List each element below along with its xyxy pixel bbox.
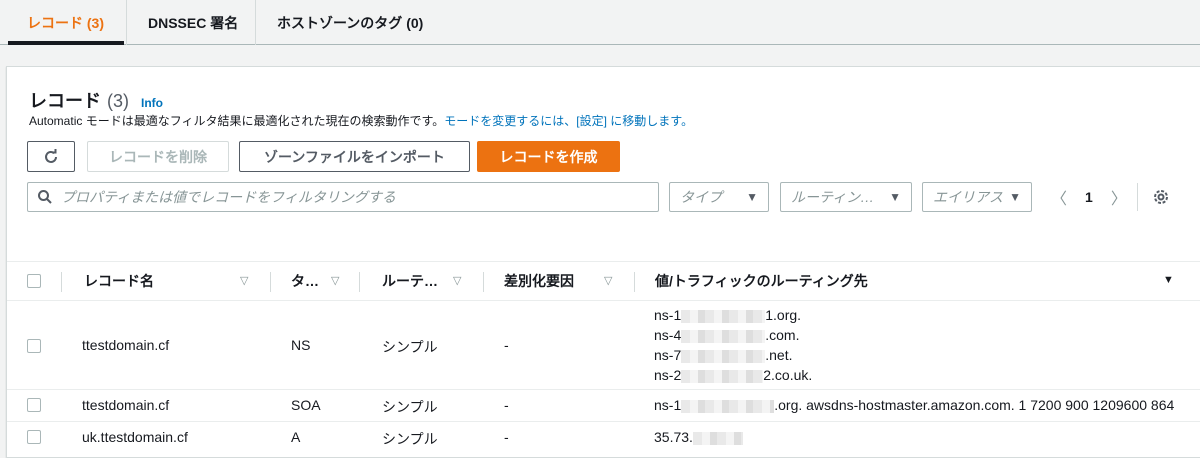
value-line: ns-7 .net. bbox=[654, 347, 793, 363]
pager-divider bbox=[1137, 183, 1138, 211]
row-checkbox[interactable] bbox=[27, 339, 41, 353]
info-link[interactable]: Info bbox=[141, 96, 163, 110]
alias-filter-placeholder: エイリアス bbox=[933, 189, 1003, 205]
column-header-type[interactable]: タ… bbox=[291, 262, 319, 300]
type-filter-select[interactable]: タイプ ▼ bbox=[669, 182, 769, 212]
redacted-block bbox=[681, 349, 766, 363]
record-routing: シンプル bbox=[382, 431, 438, 447]
records-panel: レコード (3) Info Automatic モードは最適なフィルタ結果に最適… bbox=[6, 66, 1200, 458]
record-routing: シンプル bbox=[382, 339, 438, 355]
record-value: 35.73. bbox=[654, 427, 743, 447]
tab-bar: レコード (3) DNSSEC 署名 ホストゾーンのタグ (0) bbox=[0, 0, 1200, 45]
value-line: 35.73. bbox=[654, 427, 743, 447]
caret-down-icon: ▼ bbox=[1009, 190, 1021, 204]
search-input[interactable]: プロパティまたは値でレコードをフィルタリングする bbox=[27, 182, 659, 212]
settings-link[interactable]: モードを変更するには、[設定] に移動します。 bbox=[444, 114, 693, 128]
chevron-left-icon[interactable]: 〈 bbox=[1051, 185, 1067, 209]
chevron-right-icon[interactable]: 〉 bbox=[1111, 185, 1127, 209]
record-name: ttestdomain.cf bbox=[82, 337, 170, 353]
title-text: レコード bbox=[29, 91, 101, 111]
refresh-icon bbox=[45, 148, 57, 163]
sort-icon[interactable]: ▽ bbox=[604, 274, 612, 287]
redacted-block bbox=[681, 309, 766, 323]
record-name: ttestdomain.cf bbox=[82, 397, 170, 413]
current-page[interactable]: 1 bbox=[1085, 189, 1093, 205]
value-line: ns-1 1.org. bbox=[654, 307, 802, 323]
select-all-checkbox[interactable] bbox=[27, 274, 41, 288]
column-divider bbox=[359, 272, 360, 292]
settings-button[interactable] bbox=[1152, 188, 1170, 209]
column-divider bbox=[61, 272, 62, 292]
gear-icon bbox=[1154, 190, 1168, 204]
import-zone-file-button[interactable]: ゾーンファイルをインポート bbox=[239, 141, 470, 172]
search-placeholder: プロパティまたは値でレコードをフィルタリングする bbox=[61, 189, 396, 205]
tab-records[interactable]: レコード (3) bbox=[27, 0, 104, 45]
routing-filter-select[interactable]: ルーティン… ▼ bbox=[780, 182, 912, 212]
column-header-record-name[interactable]: レコード名 bbox=[84, 262, 154, 300]
alias-filter-select[interactable]: エイリアス ▼ bbox=[922, 182, 1032, 212]
value-line: ns-4 .com. bbox=[654, 327, 800, 343]
sort-icon[interactable]: ▽ bbox=[240, 274, 248, 287]
pagination: 〈 1 〉 bbox=[1051, 182, 1127, 212]
column-header-value[interactable]: 値/トラフィックのルーティング先 bbox=[655, 262, 868, 300]
column-header-routing[interactable]: ルーテ… bbox=[382, 262, 438, 300]
page-title: レコード (3) Info bbox=[29, 87, 163, 113]
table-row[interactable]: ttestdomain.cf SOA シンプル - ns-1 .org. awsd… bbox=[7, 390, 1200, 422]
tab-divider bbox=[255, 0, 256, 45]
refresh-button[interactable] bbox=[27, 141, 75, 172]
column-divider bbox=[483, 272, 484, 292]
column-header-differentiator[interactable]: 差別化要因 bbox=[504, 262, 574, 300]
row-checkbox[interactable] bbox=[27, 430, 41, 444]
tab-hosted-zone-tags[interactable]: ホストゾーンのタグ (0) bbox=[277, 0, 423, 45]
description-text: Automatic モードは最適なフィルタ結果に最適化された現在の検索動作です。 bbox=[29, 114, 445, 128]
sort-icon[interactable]: ▽ bbox=[331, 274, 339, 287]
column-divider bbox=[634, 272, 635, 292]
redacted-block bbox=[681, 369, 764, 383]
redacted-block bbox=[681, 399, 775, 413]
create-record-button[interactable]: レコードを作成 bbox=[477, 141, 620, 172]
tab-dnssec[interactable]: DNSSEC 署名 bbox=[148, 0, 238, 45]
table-row[interactable]: ttestdomain.cf NS シンプル - ns-1 1.org. ns-4… bbox=[7, 302, 1200, 390]
sort-icon[interactable]: ▼ bbox=[1163, 274, 1174, 286]
record-type: NS bbox=[291, 337, 311, 353]
record-type: A bbox=[291, 429, 301, 445]
column-divider bbox=[270, 272, 271, 292]
table-header: レコード名 ▽ タ… ▽ ルーテ… ▽ 差別化要因 ▽ 値/トラフィックのルーテ… bbox=[7, 261, 1200, 301]
value-line: ns-1 .org. awsdns-hostmaster.amazon.com. … bbox=[654, 397, 1175, 413]
type-filter-placeholder: タイプ bbox=[680, 189, 722, 205]
row-checkbox[interactable] bbox=[27, 398, 41, 412]
record-routing: シンプル bbox=[382, 399, 438, 415]
value-line: ns-2 2.co.uk. bbox=[654, 367, 813, 383]
search-mode-description: Automatic モードは最適なフィルタ結果に最適化された現在の検索動作です。… bbox=[29, 112, 693, 129]
caret-down-icon: ▼ bbox=[889, 190, 901, 204]
record-differentiator: - bbox=[504, 429, 509, 445]
search-icon bbox=[38, 190, 52, 204]
redacted-block bbox=[692, 431, 743, 445]
record-differentiator: - bbox=[504, 397, 509, 413]
record-count: (3) bbox=[107, 91, 129, 111]
redacted-block bbox=[681, 329, 766, 343]
record-value: ns-1 1.org. ns-4 .com. ns-7 .net. ns-2 2.co.… bbox=[654, 305, 812, 385]
sort-icon[interactable]: ▽ bbox=[453, 274, 461, 287]
caret-down-icon: ▼ bbox=[746, 190, 758, 204]
record-differentiator: - bbox=[504, 337, 509, 353]
record-type: SOA bbox=[291, 397, 321, 413]
record-name: uk.ttestdomain.cf bbox=[82, 429, 188, 445]
table-row[interactable]: uk.ttestdomain.cf A シンプル - 35.73. bbox=[7, 422, 1200, 454]
tab-divider bbox=[126, 0, 127, 45]
active-tab-indicator bbox=[8, 41, 124, 45]
record-value: ns-1 .org. awsdns-hostmaster.amazon.com. … bbox=[654, 395, 1174, 415]
delete-record-button[interactable]: レコードを削除 bbox=[87, 141, 229, 172]
routing-filter-placeholder: ルーティン… bbox=[791, 189, 875, 205]
